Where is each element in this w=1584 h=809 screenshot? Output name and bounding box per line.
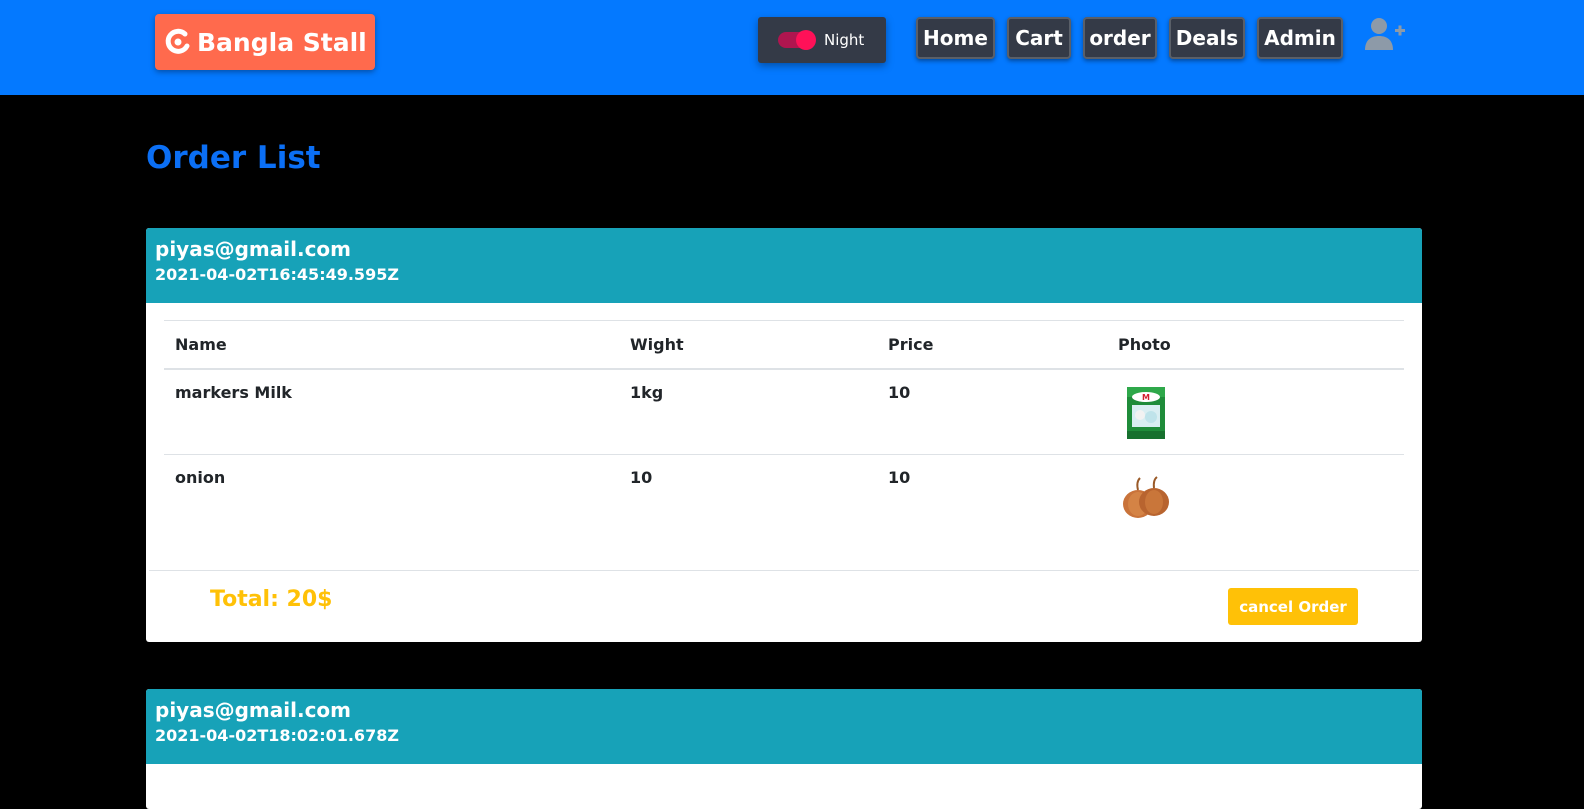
cancel-order-button[interactable]: cancel Order xyxy=(1228,588,1358,625)
svg-text:M: M xyxy=(1142,393,1150,402)
user-plus-icon[interactable] xyxy=(1364,16,1406,52)
column-header-price: Price xyxy=(888,334,934,354)
night-mode-toggle[interactable]: Night xyxy=(758,17,886,63)
onion-icon xyxy=(1123,475,1169,518)
brand-swirl-icon xyxy=(165,28,190,54)
item-name: onion xyxy=(175,467,226,487)
order-date: 2021-04-02T18:02:01.678Z xyxy=(155,726,399,745)
nav-home-button[interactable]: Home xyxy=(916,17,995,59)
navbar: Bangla Stall Night Home Cart order Deals… xyxy=(0,0,1584,95)
item-wight: 10 xyxy=(630,467,653,487)
page-title: Order List xyxy=(146,140,321,176)
brand-logo[interactable]: Bangla Stall xyxy=(155,14,375,70)
column-header-wight: Wight xyxy=(630,334,684,354)
brand-name: Bangla Stall xyxy=(197,27,367,57)
order-email: piyas@gmail.com xyxy=(155,698,352,722)
column-header-name: Name xyxy=(175,334,227,354)
order-card: piyas@gmail.com 2021-04-02T16:45:49.595Z… xyxy=(146,228,1422,642)
table-row: markers Milk 1kg 10 M xyxy=(164,369,1404,454)
order-date: 2021-04-02T16:45:49.595Z xyxy=(155,265,399,284)
order-card-header: piyas@gmail.com 2021-04-02T18:02:01.678Z xyxy=(146,689,1422,764)
nav-order-button[interactable]: order xyxy=(1083,17,1157,59)
order-total: Total: 20$ xyxy=(210,587,333,612)
night-label: Night xyxy=(824,31,865,49)
item-price: 10 xyxy=(888,382,911,402)
nav-admin-button[interactable]: Admin xyxy=(1257,17,1343,59)
nav-cart-button[interactable]: Cart xyxy=(1007,17,1071,59)
item-price: 10 xyxy=(888,467,911,487)
item-name: markers Milk xyxy=(175,382,292,402)
item-wight: 1kg xyxy=(630,382,664,402)
milk-packet-icon: M xyxy=(1127,386,1165,439)
toggle-switch[interactable] xyxy=(778,30,816,50)
order-items-table: Name Wight Price Photo markers Milk 1kg … xyxy=(164,320,1404,539)
order-card: piyas@gmail.com 2021-04-02T18:02:01.678Z xyxy=(146,689,1422,809)
order-card-footer: Total: 20$ cancel Order xyxy=(149,570,1419,642)
table-row: onion 10 10 xyxy=(164,454,1404,539)
table-header-row: Name Wight Price Photo xyxy=(164,320,1404,369)
nav-deals-button[interactable]: Deals xyxy=(1169,17,1245,59)
order-email: piyas@gmail.com xyxy=(155,237,352,261)
column-header-photo: Photo xyxy=(1118,334,1171,354)
order-card-header: piyas@gmail.com 2021-04-02T16:45:49.595Z xyxy=(146,228,1422,303)
